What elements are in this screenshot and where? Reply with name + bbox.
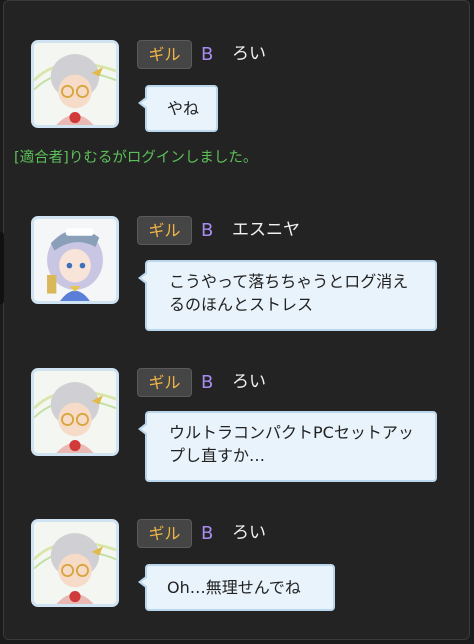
sender-name[interactable]: ろい <box>232 519 266 548</box>
message-bubble: やね <box>138 85 218 132</box>
roi-avatar[interactable] <box>31 519 119 607</box>
message-bubble: Oh…無理せんでね <box>138 564 335 611</box>
rank-badge: B <box>201 44 214 65</box>
roi-avatar[interactable] <box>31 368 119 456</box>
sender-name[interactable]: エスニヤ <box>232 216 300 245</box>
rank-badge: B <box>201 220 214 241</box>
rank-badge: B <box>201 523 214 544</box>
guild-tag: ギル <box>137 519 192 548</box>
guild-tag: ギル <box>137 40 192 69</box>
message-bubble: ウルトラコンパクトPCセットアップし直すか… <box>138 411 437 482</box>
guild-tag: ギル <box>137 216 192 245</box>
system-login-notice: [適合者]りむるがログインしました。 <box>14 150 258 166</box>
roi-avatar[interactable] <box>31 40 119 128</box>
message-bubble: こうやって落ちちゃうとログ消えるのほんとストレス <box>138 260 437 331</box>
rank-badge: B <box>201 372 214 393</box>
sender-name[interactable]: ろい <box>232 368 266 397</box>
panel-edge-handle <box>0 232 4 304</box>
esniya-avatar[interactable] <box>31 216 119 304</box>
sender-name[interactable]: ろい <box>232 40 266 69</box>
guild-tag: ギル <box>137 368 192 397</box>
